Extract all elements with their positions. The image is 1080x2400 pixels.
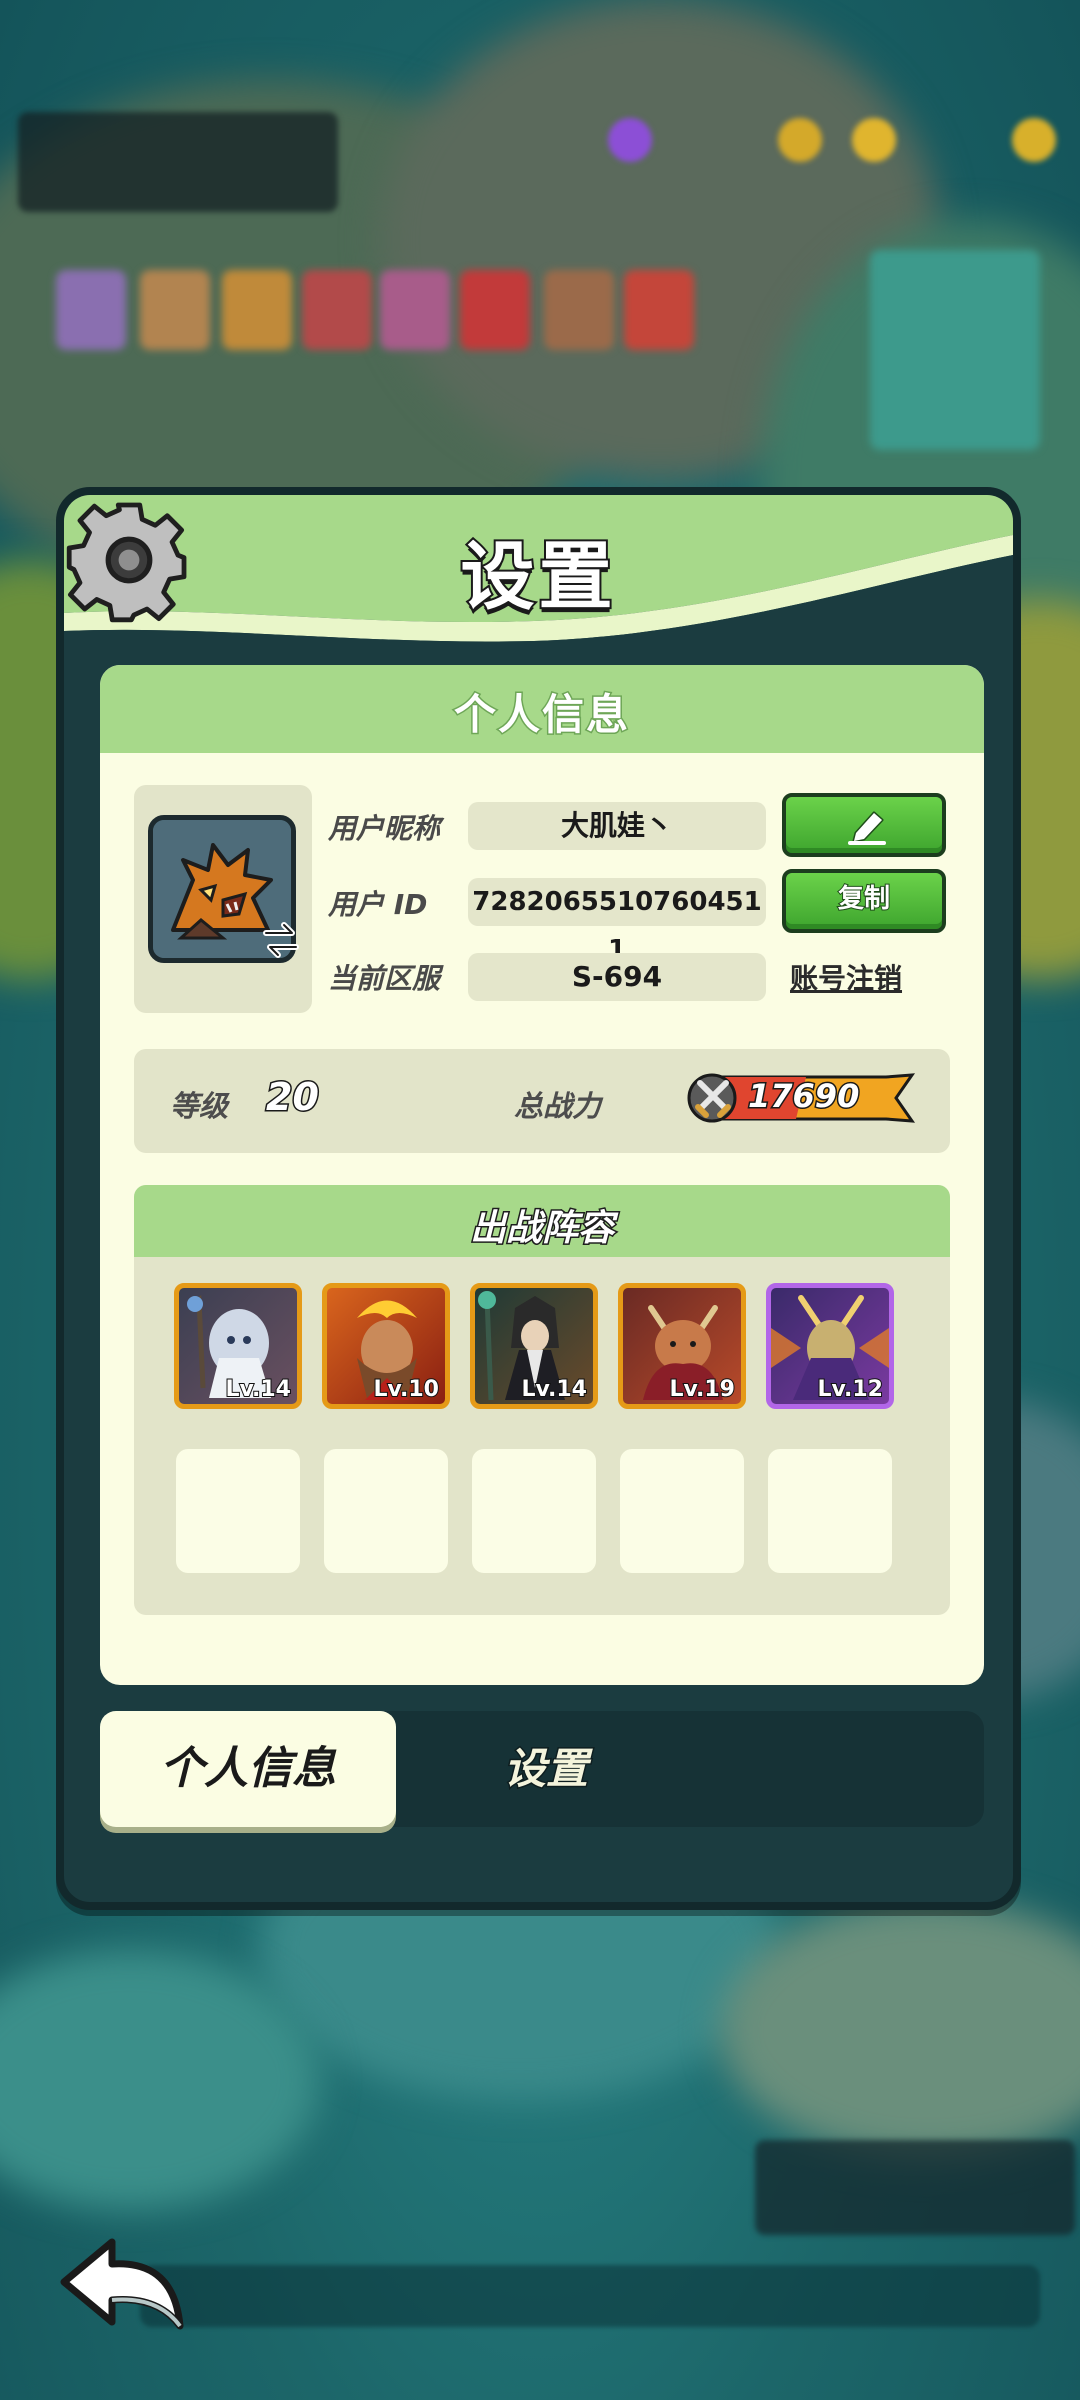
level-value: 20 bbox=[265, 1074, 321, 1121]
hero-level: Lv.14 bbox=[224, 1376, 292, 1403]
hero-level: Lv.14 bbox=[520, 1376, 588, 1403]
hero-card[interactable]: Lv.14 bbox=[470, 1283, 598, 1409]
server-value: S-694 bbox=[468, 953, 766, 1001]
background-feature-icon bbox=[544, 270, 614, 350]
dialog-header: 设置 bbox=[64, 495, 1013, 645]
background-notification-card bbox=[755, 2140, 1075, 2235]
empty-hero-slot[interactable] bbox=[620, 1449, 744, 1573]
empty-hero-slot[interactable] bbox=[324, 1449, 448, 1573]
background-feature-icon bbox=[624, 270, 694, 350]
hero-card[interactable]: Lv.19 bbox=[618, 1283, 746, 1409]
hero-level: Lv.19 bbox=[668, 1376, 736, 1403]
user-id-value: 7282065510760451​1 bbox=[468, 878, 766, 965]
settings-dialog: 设置 个人信息 用户昵称 大肌娃丶 用户 ID 7282065510760451… bbox=[56, 487, 1021, 1910]
empty-hero-slot[interactable] bbox=[768, 1449, 892, 1573]
background-player-bar bbox=[18, 112, 338, 212]
background-gem-icon bbox=[608, 118, 652, 162]
level-label: 等级 bbox=[170, 1089, 229, 1123]
server-label: 当前区服 bbox=[328, 962, 441, 995]
background-feature-icon bbox=[222, 270, 292, 350]
stats-bar: 等级 20 总战力 17690 bbox=[134, 1049, 950, 1153]
background-chat-bar bbox=[140, 2265, 1040, 2327]
crossed-swords-icon bbox=[695, 1080, 731, 1118]
pencil-icon bbox=[848, 811, 886, 845]
empty-hero-slot[interactable] bbox=[176, 1449, 300, 1573]
account-deregister-link[interactable]: 账号注销 bbox=[790, 957, 902, 997]
hero-card[interactable]: Lv.12 bbox=[766, 1283, 894, 1409]
tab-bar: 个人信息 设置 bbox=[100, 1711, 984, 1827]
hero-level: Lv.10 bbox=[372, 1376, 440, 1403]
background-coin-icon bbox=[1012, 118, 1056, 162]
nickname-value: 大肌娃丶 bbox=[468, 802, 766, 850]
background-coin-icon bbox=[852, 118, 896, 162]
user-id-label: 用户 ID bbox=[328, 888, 428, 921]
lineup-title: 出战阵容 bbox=[468, 1207, 615, 1251]
power-value: 17690 bbox=[746, 1076, 860, 1117]
copy-id-button[interactable]: 复制 bbox=[782, 869, 946, 933]
tab-settings[interactable]: 设置 bbox=[396, 1711, 696, 1827]
swap-icon[interactable] bbox=[258, 917, 304, 963]
panel-title: 个人信息 bbox=[452, 689, 630, 741]
hero-level: Lv.12 bbox=[816, 1376, 884, 1403]
profile-panel: 个人信息 用户昵称 大肌娃丶 用户 ID bbox=[100, 665, 984, 1685]
background-feature-icon bbox=[302, 270, 372, 350]
background-feature-icon bbox=[140, 270, 210, 350]
dialog-title: 设置 bbox=[459, 532, 617, 622]
hero-card[interactable]: Lv.10 bbox=[322, 1283, 450, 1409]
power-label: 总战力 bbox=[514, 1089, 602, 1123]
battle-lineup: 出战阵容 Lv.14 Lv.10 Lv.14 Lv.19 Lv.12 bbox=[134, 1185, 950, 1615]
background-feature-icon bbox=[460, 270, 530, 350]
edit-nickname-button[interactable] bbox=[782, 793, 946, 857]
background-coin-icon bbox=[778, 118, 822, 162]
back-arrow-icon[interactable] bbox=[54, 2234, 194, 2344]
background-minimap bbox=[870, 250, 1040, 450]
tab-profile[interactable]: 个人信息 bbox=[100, 1711, 396, 1827]
background-feature-icon bbox=[56, 270, 126, 350]
empty-hero-slot[interactable] bbox=[472, 1449, 596, 1573]
nickname-label: 用户昵称 bbox=[328, 812, 441, 845]
background-feature-icon bbox=[380, 270, 450, 350]
hero-card[interactable]: Lv.14 bbox=[174, 1283, 302, 1409]
